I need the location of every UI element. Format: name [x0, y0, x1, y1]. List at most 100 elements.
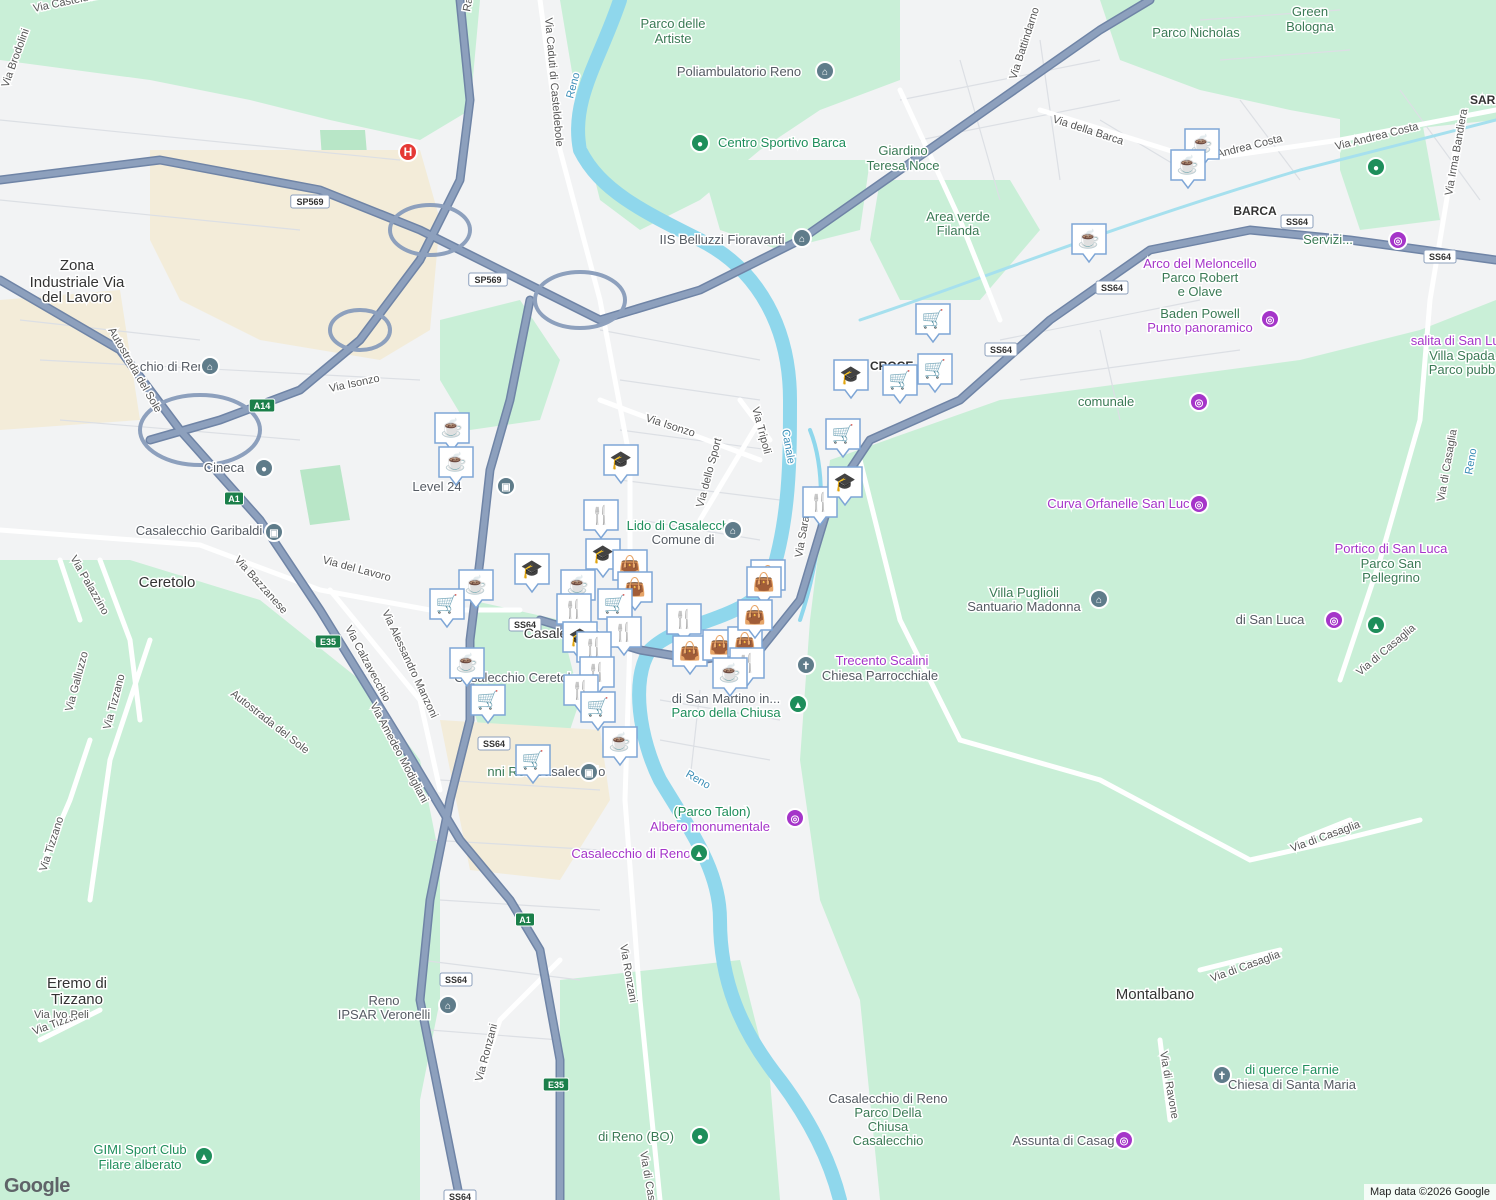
road-shield: SS64 — [1423, 249, 1457, 264]
place-label: SARAGO — [1470, 93, 1496, 107]
cafe-icon: ☕ — [456, 652, 478, 673]
poi-label: Casalecchio Garibaldi — [136, 523, 263, 538]
poi-label: Parco pubb — [1429, 362, 1496, 377]
school-icon[interactable]: ⌂ — [792, 228, 812, 248]
road-shield: SS64 — [1095, 280, 1129, 295]
road-shield: A1 — [515, 912, 535, 927]
svg-text:⌂: ⌂ — [822, 67, 828, 78]
poi-label: Artiste — [655, 31, 692, 46]
school-icon: 🎓 — [521, 559, 543, 579]
park-icon[interactable]: ● — [1366, 157, 1386, 177]
shield-text: E35 — [548, 1080, 564, 1090]
museum-icon[interactable]: ⌂ — [815, 61, 835, 81]
road-shield: SP569 — [290, 194, 330, 209]
poi-label: (Parco Talon) — [673, 804, 750, 819]
place-label: Eremo di — [47, 975, 107, 992]
road-shield: SS64 — [1280, 214, 1314, 229]
sports-icon[interactable]: ● — [690, 133, 710, 153]
shopping-cart-icon: 🛒 — [436, 593, 458, 614]
train-icon[interactable]: ▣ — [264, 522, 284, 542]
poi-label: GIMI Sport Club — [93, 1142, 186, 1157]
shopping-cart-icon: 🛒 — [924, 358, 946, 379]
hospital-icon[interactable]: H — [398, 142, 418, 162]
poi-label: Casalecchio di Reno :... — [571, 846, 708, 861]
poi-label: di Reno (BO) — [598, 1129, 674, 1144]
cafe-icon: ☕ — [609, 731, 631, 752]
camera-icon[interactable]: ◎ — [1260, 309, 1280, 329]
church-icon[interactable]: ⌂ — [1089, 589, 1109, 609]
poi-label: Green — [1292, 4, 1328, 19]
poi-label: Villa Spada — [1429, 348, 1495, 363]
school-icon[interactable]: ⌂ — [438, 995, 458, 1015]
svg-text:⌂: ⌂ — [1096, 595, 1102, 606]
church-icon[interactable]: ✝ — [796, 655, 816, 675]
poi-label: Teresa Noce — [867, 158, 940, 173]
svg-text:▲: ▲ — [793, 700, 803, 711]
poi-label: Chiesa di Santa Maria — [1228, 1077, 1357, 1092]
restaurant-icon: 🍴 — [613, 621, 635, 643]
shield-text: SS64 — [445, 975, 467, 985]
camera-icon[interactable]: ◎ — [1189, 494, 1209, 514]
camera-icon[interactable]: ◎ — [1189, 392, 1209, 412]
shield-text: SS64 — [990, 345, 1012, 355]
road-shield: A14 — [248, 398, 276, 413]
civic-icon[interactable]: ⌂ — [723, 520, 743, 540]
poi-label: Arco del Meloncello — [1143, 256, 1256, 271]
poi-label: e Olave — [1178, 284, 1223, 299]
school-icon: 🎓 — [840, 365, 862, 385]
school-icon[interactable]: ⌂ — [200, 356, 220, 376]
shopping-bag-icon: 👜 — [753, 571, 775, 592]
place-label: del Lavoro — [42, 289, 112, 306]
camera-icon[interactable]: ◎ — [1114, 1130, 1134, 1150]
tree-icon[interactable]: ▲ — [194, 1146, 214, 1166]
google-logo: Google — [4, 1175, 70, 1197]
poi-label: Punto panoramico — [1147, 320, 1253, 335]
poi-label: salita di San Luca — [1411, 333, 1496, 348]
shopping-bag-icon: 👜 — [744, 604, 766, 625]
road-label: Via Ivo Peli — [34, 1009, 89, 1021]
shield-text: A1 — [228, 494, 240, 504]
poi-label: Assunta di Casaglia — [1013, 1133, 1129, 1148]
tree-icon[interactable]: ▲ — [689, 843, 709, 863]
poi-label: Villa Puglioli — [989, 585, 1059, 600]
poi-label: Lido di Casalecchio — [627, 518, 740, 533]
sports-icon[interactable]: ● — [690, 1126, 710, 1146]
shield-text: SS64 — [449, 1192, 471, 1200]
shopping-cart-icon: 🛒 — [587, 696, 609, 717]
school-icon: 🎓 — [610, 450, 632, 470]
camera-icon[interactable]: ◎ — [1388, 230, 1408, 250]
train-icon[interactable]: ▣ — [496, 476, 516, 496]
road-shield: E35 — [314, 634, 342, 649]
school-icon: 🎓 — [834, 472, 856, 492]
svg-text:⌂: ⌂ — [207, 362, 213, 373]
shopping-cart-icon: 🛒 — [477, 689, 499, 710]
poi-label: Comune di — [652, 532, 715, 547]
place-label: BARCA — [1233, 204, 1277, 218]
tree-icon[interactable]: ▲ — [788, 694, 808, 714]
svg-text:▲: ▲ — [199, 1152, 209, 1163]
place-label: Ceretolo — [139, 574, 196, 591]
shield-text: A1 — [519, 915, 531, 925]
venue-icon[interactable]: ● — [254, 458, 274, 478]
place-label: Montalbano — [1116, 986, 1194, 1003]
camera-icon[interactable]: ◎ — [1324, 610, 1344, 630]
poi-label: IPSAR Veronelli — [338, 1007, 431, 1022]
tree-icon[interactable]: ▲ — [1366, 615, 1386, 635]
svg-text:●: ● — [261, 464, 267, 475]
shopping-cart-icon: 🛒 — [522, 749, 544, 770]
poi-label: Parco della Chiusa — [671, 705, 781, 720]
camera-icon[interactable]: ◎ — [785, 808, 805, 828]
map-attribution[interactable]: Map data ©2026 Google — [1363, 1184, 1496, 1200]
shopping-cart-icon: 🛒 — [889, 369, 911, 390]
train-icon[interactable]: ▣ — [579, 762, 599, 782]
poi-label: Cineca — [204, 460, 245, 475]
restaurant-icon: 🍴 — [583, 636, 605, 658]
poi-label: comunale — [1078, 394, 1134, 409]
church-icon[interactable]: ✝ — [1212, 1065, 1232, 1085]
restaurant-icon: 🍴 — [590, 504, 612, 526]
svg-text:◎: ◎ — [791, 814, 800, 825]
svg-text:◎: ◎ — [1394, 236, 1403, 247]
shield-text: SS64 — [483, 739, 505, 749]
poi-label: Parco Robert — [1162, 270, 1239, 285]
map-canvas[interactable]: SP569 SP569 A14 A1 A1 E35 E35 SS64 SS64 SS64 SS64 S… — [0, 0, 1496, 1200]
